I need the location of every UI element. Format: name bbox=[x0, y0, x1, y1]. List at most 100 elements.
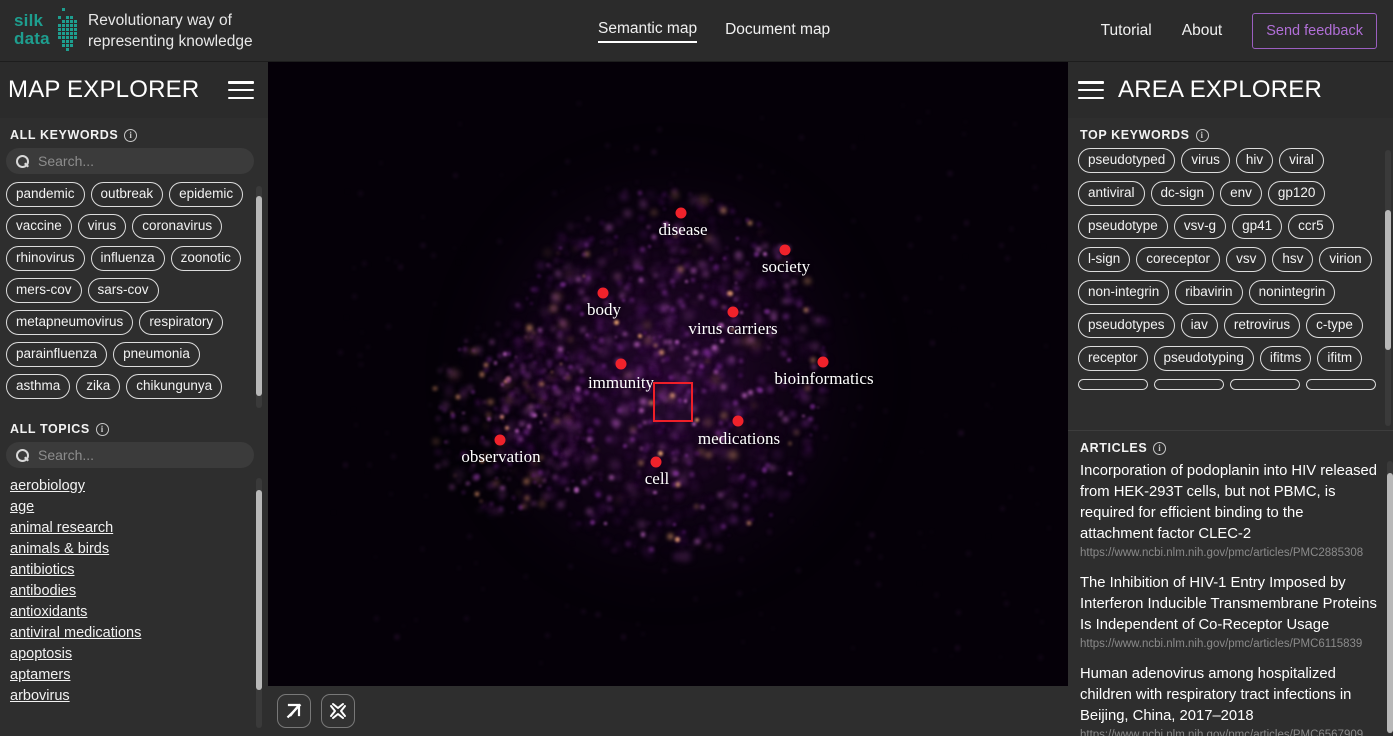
top-keyword-pill[interactable]: ribavirin bbox=[1175, 280, 1243, 305]
top-keywords-scroll-area[interactable]: pseudotyped virus hiv viral antiviral dc-sign… bbox=[1068, 148, 1393, 430]
tab-document-map[interactable]: Document map bbox=[725, 21, 830, 42]
map-node-dot[interactable] bbox=[779, 244, 791, 256]
send-feedback-button[interactable]: Send feedback bbox=[1252, 13, 1377, 49]
articles-scroll-area[interactable]: Incorporation of podoplanin into HIV rel… bbox=[1068, 461, 1393, 736]
top-keyword-pill[interactable]: coreceptor bbox=[1136, 247, 1221, 272]
keyword-pill[interactable]: sars-cov bbox=[87, 278, 159, 303]
top-keyword-pill[interactable]: env bbox=[1220, 181, 1262, 206]
hamburger-menu-icon[interactable] bbox=[228, 81, 254, 99]
topic-link[interactable]: animals & birds bbox=[10, 539, 252, 560]
keyword-pill[interactable]: mers-cov bbox=[6, 278, 82, 303]
keywords-scrollbar-thumb[interactable] bbox=[256, 196, 262, 396]
topic-link[interactable]: arbovirus bbox=[10, 686, 252, 707]
topic-link[interactable]: antiviral medications bbox=[10, 623, 252, 644]
top-keyword-pill[interactable]: pseudotypes bbox=[1078, 313, 1175, 338]
nav-link-about[interactable]: About bbox=[1182, 22, 1223, 40]
nav-link-tutorial[interactable]: Tutorial bbox=[1101, 22, 1152, 40]
article-url[interactable]: https://www.ncbi.nlm.nih.gov/pmc/article… bbox=[1080, 636, 1379, 653]
topic-link[interactable]: aerobiology bbox=[10, 476, 252, 497]
article-item[interactable]: Incorporation of podoplanin into HIV rel… bbox=[1080, 461, 1379, 562]
map-node-label[interactable]: body bbox=[587, 300, 621, 320]
hamburger-menu-icon[interactable] bbox=[1078, 81, 1104, 99]
map-node-label[interactable]: society bbox=[762, 257, 810, 277]
top-keyword-pill[interactable]: ifitms bbox=[1259, 346, 1312, 371]
article-item[interactable]: The Inhibition of HIV-1 Entry Imposed by… bbox=[1080, 573, 1379, 653]
map-selection-box[interactable] bbox=[653, 382, 693, 422]
article-title[interactable]: Human adenovirus among hospitalized chil… bbox=[1080, 664, 1379, 727]
map-node-label[interactable]: medications bbox=[698, 429, 780, 449]
topic-link[interactable]: antibodies bbox=[10, 581, 252, 602]
article-url[interactable]: https://www.ncbi.nlm.nih.gov/pmc/article… bbox=[1080, 727, 1379, 736]
top-keywords-scrollbar-thumb[interactable] bbox=[1385, 210, 1391, 350]
top-keyword-pill[interactable] bbox=[1306, 379, 1376, 390]
map-node-dot[interactable] bbox=[727, 306, 739, 318]
topic-link[interactable]: animal research bbox=[10, 518, 252, 539]
topic-link[interactable]: antibiotics bbox=[10, 560, 252, 581]
keyword-pill[interactable]: asthma bbox=[6, 374, 71, 399]
keyword-pill[interactable]: rhinovirus bbox=[6, 246, 85, 271]
top-keyword-pill[interactable] bbox=[1078, 379, 1148, 390]
map-node-label[interactable]: virus carriers bbox=[688, 319, 777, 339]
top-keyword-pill[interactable]: c-type bbox=[1306, 313, 1363, 338]
topic-link[interactable]: antioxidants bbox=[10, 602, 252, 623]
article-title[interactable]: The Inhibition of HIV-1 Entry Imposed by… bbox=[1080, 573, 1379, 636]
keyword-pill[interactable]: pneumonia bbox=[113, 342, 200, 367]
keyword-pill[interactable]: metapneumovirus bbox=[6, 310, 134, 335]
keyword-pill[interactable]: pandemic bbox=[6, 182, 85, 207]
top-keyword-pill[interactable]: iav bbox=[1180, 313, 1218, 338]
map-node-label[interactable]: disease bbox=[658, 220, 707, 240]
keyword-pill[interactable]: zika bbox=[76, 374, 121, 399]
keywords-scroll-area[interactable]: pandemic outbreak epidemic vaccine virus coro… bbox=[0, 182, 268, 412]
map-node-dot[interactable] bbox=[597, 287, 609, 299]
top-keyword-pill[interactable]: retrovirus bbox=[1223, 313, 1301, 338]
top-keyword-pill[interactable]: ifitm bbox=[1317, 346, 1363, 371]
topic-link[interactable]: apoptosis bbox=[10, 644, 252, 665]
top-keyword-pill[interactable]: gp41 bbox=[1232, 214, 1283, 239]
keyword-pill[interactable]: influenza bbox=[90, 246, 165, 271]
map-node-dot[interactable] bbox=[732, 415, 744, 427]
top-keyword-pill[interactable]: nonintegrin bbox=[1248, 280, 1336, 305]
keyword-pill[interactable]: virus bbox=[77, 214, 127, 239]
top-keyword-pill[interactable]: l-sign bbox=[1078, 247, 1131, 272]
semantic-map-canvas[interactable]: disease society body virus carriers bioinfor… bbox=[268, 62, 1068, 686]
map-node-dot[interactable] bbox=[817, 356, 829, 368]
article-url[interactable]: https://www.ncbi.nlm.nih.gov/pmc/article… bbox=[1080, 545, 1379, 562]
map-node-label[interactable]: cell bbox=[645, 469, 670, 489]
info-icon-articles[interactable]: i bbox=[1153, 441, 1167, 455]
article-item[interactable]: Human adenovirus among hospitalized chil… bbox=[1080, 664, 1379, 736]
info-icon-topics[interactable]: i bbox=[95, 422, 109, 436]
top-keyword-pill[interactable]: receptor bbox=[1078, 346, 1148, 371]
top-keyword-pill[interactable]: ccr5 bbox=[1288, 214, 1334, 239]
top-keyword-pill[interactable]: non-integrin bbox=[1078, 280, 1170, 305]
topic-link[interactable]: aptamers bbox=[10, 665, 252, 686]
top-keyword-pill[interactable]: antiviral bbox=[1078, 181, 1145, 206]
disable-pan-icon[interactable] bbox=[277, 694, 311, 728]
top-keyword-pill[interactable]: vsv bbox=[1226, 247, 1267, 272]
top-keyword-pill[interactable]: hsv bbox=[1272, 247, 1314, 272]
map-node-dot[interactable] bbox=[675, 207, 687, 219]
map-node-label[interactable]: bioinformatics bbox=[774, 369, 873, 389]
keywords-search-input[interactable] bbox=[38, 153, 244, 169]
top-keyword-pill[interactable]: dc-sign bbox=[1150, 181, 1215, 206]
topics-scroll-area[interactable]: aerobiology age animal research animals & b… bbox=[0, 476, 268, 736]
info-icon-top-keywords[interactable]: i bbox=[1195, 128, 1209, 142]
keyword-pill[interactable]: vaccine bbox=[6, 214, 72, 239]
top-keyword-pill[interactable]: viral bbox=[1279, 148, 1324, 173]
info-icon-keywords[interactable]: i bbox=[124, 128, 138, 142]
keyword-pill[interactable]: chikungunya bbox=[126, 374, 223, 399]
keyword-pill[interactable]: epidemic bbox=[169, 182, 244, 207]
top-keyword-pill[interactable]: vsv-g bbox=[1173, 214, 1227, 239]
top-keyword-pill[interactable]: virus bbox=[1181, 148, 1230, 173]
map-node-dot[interactable] bbox=[650, 456, 662, 468]
top-keyword-pill[interactable]: pseudotype bbox=[1078, 214, 1168, 239]
fit-to-screen-icon[interactable] bbox=[321, 694, 355, 728]
top-keyword-pill[interactable]: virion bbox=[1319, 247, 1372, 272]
keyword-pill[interactable]: parainfluenza bbox=[6, 342, 108, 367]
top-keyword-pill[interactable]: gp120 bbox=[1267, 181, 1326, 206]
top-keyword-pill[interactable]: pseudotyped bbox=[1078, 148, 1176, 173]
keyword-pill[interactable]: respiratory bbox=[139, 310, 224, 335]
keyword-pill[interactable]: zoonotic bbox=[170, 246, 241, 271]
article-title[interactable]: Incorporation of podoplanin into HIV rel… bbox=[1080, 461, 1379, 545]
keywords-search-box[interactable] bbox=[6, 148, 254, 174]
map-node-label[interactable]: immunity bbox=[588, 373, 654, 393]
